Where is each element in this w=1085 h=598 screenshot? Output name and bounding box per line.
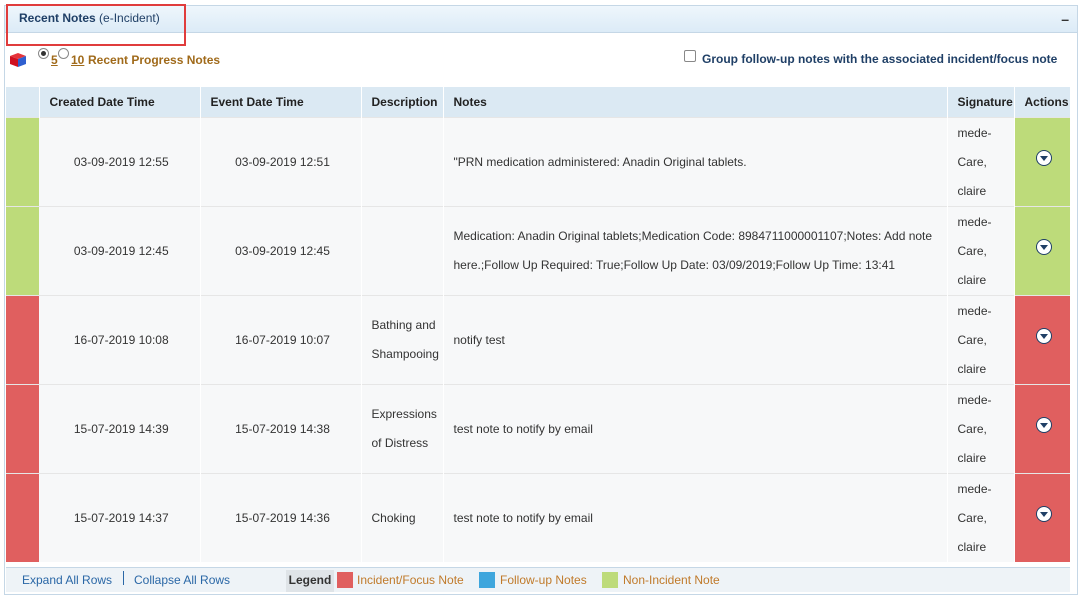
legend-followup-label: Follow-up Notes [500, 573, 587, 587]
description-cell: Bathing and Shampooing [361, 295, 444, 385]
signature-line: mede- [957, 125, 992, 140]
signature-line: mede- [957, 392, 992, 407]
notes-table: Created Date Time Event Date Time Descri… [6, 87, 1071, 562]
notes-cell: "PRN medication administered: Anadin Ori… [443, 117, 948, 207]
table-row[interactable]: 15-07-2019 14:37 15-07-2019 14:36 Chokin… [6, 473, 1071, 562]
table-row[interactable]: 15-07-2019 14:39 15-07-2019 14:38 Expres… [6, 384, 1071, 474]
radio-10-label[interactable]: 10 [71, 53, 84, 67]
row-actions-dropdown-icon[interactable] [1036, 149, 1052, 166]
signature-line: mede- [957, 481, 992, 496]
table-row[interactable]: 03-09-2019 12:45 03-09-2019 12:45 Medica… [6, 206, 1071, 296]
signature-line: mede- [957, 214, 992, 229]
legend-nonincident-swatch [602, 572, 618, 588]
actions-cell [1014, 117, 1071, 207]
row-actions-dropdown-icon[interactable] [1036, 327, 1052, 344]
table-header-row: Created Date Time Event Date Time Descri… [6, 87, 1071, 118]
footer-divider [123, 571, 124, 585]
group-followup-checkbox[interactable] [684, 50, 696, 62]
expand-all-rows-link[interactable]: Expand All Rows [22, 573, 112, 587]
radio-5-label[interactable]: 5 [51, 53, 58, 67]
column-header[interactable]: Signature [947, 87, 1015, 118]
signature-line: mede- [957, 303, 992, 318]
signature-cell: mede- Care, claire [947, 295, 1015, 385]
table-row[interactable]: 03-09-2019 12:55 03-09-2019 12:51 "PRN m… [6, 117, 1071, 207]
signature-cell: mede- Care, claire [947, 206, 1015, 296]
marker-header [6, 87, 40, 118]
signature-line: claire [957, 539, 987, 554]
collapse-panel-button[interactable]: – [1061, 11, 1069, 27]
row-type-marker [6, 295, 39, 385]
signature-line: claire [957, 450, 987, 465]
description-cell: Choking [361, 473, 444, 562]
actions-cell [1014, 473, 1071, 562]
column-header[interactable]: Description [361, 87, 444, 118]
legend-followup-swatch [479, 572, 495, 588]
signature-line: Care, [957, 154, 987, 169]
group-followup-label[interactable]: Group follow-up notes with the associate… [702, 52, 1057, 66]
column-header[interactable]: Created Date Time [39, 87, 201, 118]
legend-nonincident-label: Non-Incident Note [623, 573, 720, 587]
row-actions-dropdown-icon[interactable] [1036, 505, 1052, 522]
collapse-all-rows-link[interactable]: Collapse All Rows [134, 573, 230, 587]
table-footer: Expand All Rows Collapse All Rows Legend… [6, 567, 1070, 592]
notes-cell: Medication: Anadin Original tablets;Medi… [443, 206, 948, 296]
signature-line: Care, [957, 243, 987, 258]
created-cell: 16-07-2019 10:08 [39, 295, 201, 385]
actions-cell [1014, 295, 1071, 385]
signature-line: Care, [957, 421, 987, 436]
column-header[interactable]: Event Date Time [200, 87, 362, 118]
signature-line: claire [957, 361, 987, 376]
notes-toolbar: 5 10 Recent Progress Notes Group follow-… [6, 46, 1066, 70]
legend-title: Legend [286, 570, 334, 592]
created-cell: 15-07-2019 14:37 [39, 473, 201, 562]
actions-cell [1014, 384, 1071, 474]
created-cell: 03-09-2019 12:55 [39, 117, 201, 207]
cube-icon [10, 53, 26, 67]
column-header[interactable]: Notes [443, 87, 948, 118]
legend-incident-swatch [337, 572, 353, 588]
row-actions-dropdown-icon[interactable] [1036, 416, 1052, 433]
notes-cell: test note to notify by email [443, 473, 948, 562]
radio-5-notes[interactable] [38, 48, 49, 59]
column-header[interactable]: Actions [1014, 87, 1071, 118]
description-cell [361, 117, 444, 207]
signature-cell: mede- Care, claire [947, 117, 1015, 207]
notes-cell: notify test [443, 295, 948, 385]
legend-incident-label: Incident/Focus Note [357, 573, 464, 587]
signature-line: Care, [957, 510, 987, 525]
created-cell: 03-09-2019 12:45 [39, 206, 201, 296]
actions-cell [1014, 206, 1071, 296]
radio-10-notes[interactable] [58, 48, 69, 59]
event-cell: 15-07-2019 14:36 [200, 473, 362, 562]
signature-cell: mede- Care, claire [947, 384, 1015, 474]
event-cell: 03-09-2019 12:51 [200, 117, 362, 207]
signature-line: Care, [957, 332, 987, 347]
signature-line: claire [957, 183, 987, 198]
row-type-marker [6, 206, 39, 296]
event-cell: 03-09-2019 12:45 [200, 206, 362, 296]
recent-progress-notes-label: Recent Progress Notes [88, 53, 221, 67]
highlight-annotation [6, 4, 186, 46]
created-cell: 15-07-2019 14:39 [39, 384, 201, 474]
row-type-marker [6, 384, 39, 474]
description-cell: Expressions of Distress [361, 384, 444, 474]
notes-cell: test note to notify by email [443, 384, 948, 474]
event-cell: 16-07-2019 10:07 [200, 295, 362, 385]
signature-cell: mede- Care, claire [947, 473, 1015, 562]
signature-line: claire [957, 272, 987, 287]
row-type-marker [6, 117, 39, 207]
row-type-marker [6, 473, 39, 562]
description-cell [361, 206, 444, 296]
row-actions-dropdown-icon[interactable] [1036, 238, 1052, 255]
table-row[interactable]: 16-07-2019 10:08 16-07-2019 10:07 Bathin… [6, 295, 1071, 385]
event-cell: 15-07-2019 14:38 [200, 384, 362, 474]
